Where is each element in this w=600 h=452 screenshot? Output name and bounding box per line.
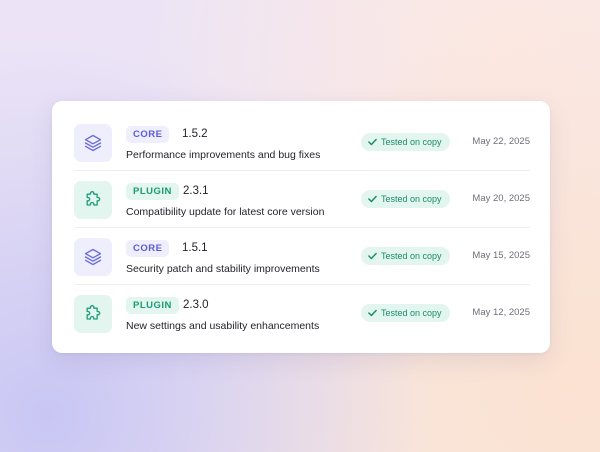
status-badge: Tested on copy: [361, 133, 450, 151]
release-description: Security patch and stability improvement…: [126, 263, 320, 275]
layers-icon: [84, 248, 102, 266]
core-icon-tile: [74, 124, 112, 162]
core-icon-tile: [74, 238, 112, 276]
puzzle-icon: [86, 191, 101, 206]
check-icon: [368, 252, 377, 260]
puzzle-icon: [86, 305, 101, 320]
release-row[interactable]: CORE 1.5.2 Performance improvements and …: [74, 114, 530, 171]
check-icon: [368, 195, 377, 203]
status-label: Tested on copy: [381, 137, 442, 147]
status-badge: Tested on copy: [361, 190, 450, 208]
release-date: May 20, 2025: [472, 193, 530, 204]
release-row[interactable]: PLUGIN 2.3.1 Compatibility update for la…: [74, 171, 530, 228]
release-type-tag: CORE: [126, 240, 170, 257]
plugin-icon-tile: [74, 181, 112, 219]
check-icon: [368, 309, 377, 317]
release-date: May 22, 2025: [472, 136, 530, 147]
release-list-card: CORE 1.5.2 Performance improvements and …: [52, 101, 550, 353]
status-badge: Tested on copy: [361, 247, 450, 265]
status-label: Tested on copy: [381, 194, 442, 204]
release-description: Performance improvements and bug fixes: [126, 149, 321, 161]
release-description: Compatibility update for latest core ver…: [126, 206, 325, 218]
check-icon: [368, 138, 377, 146]
status-badge: Tested on copy: [361, 304, 450, 322]
release-version: 1.5.2: [182, 128, 208, 140]
release-version: 2.3.1: [183, 185, 209, 197]
release-type-tag: PLUGIN: [126, 183, 179, 200]
release-version: 1.5.1: [182, 242, 208, 254]
release-row[interactable]: CORE 1.5.1 Security patch and stability …: [74, 228, 530, 285]
status-label: Tested on copy: [381, 308, 442, 318]
layers-icon: [84, 134, 102, 152]
release-date: May 15, 2025: [472, 250, 530, 261]
release-date: May 12, 2025: [472, 307, 530, 318]
release-row[interactable]: PLUGIN 2.3.0 New settings and usability …: [74, 285, 530, 342]
status-label: Tested on copy: [381, 251, 442, 261]
release-description: New settings and usability enhancements: [126, 320, 320, 332]
release-type-tag: CORE: [126, 126, 170, 143]
release-version: 2.3.0: [183, 299, 209, 311]
plugin-icon-tile: [74, 295, 112, 333]
release-type-tag: PLUGIN: [126, 297, 179, 314]
